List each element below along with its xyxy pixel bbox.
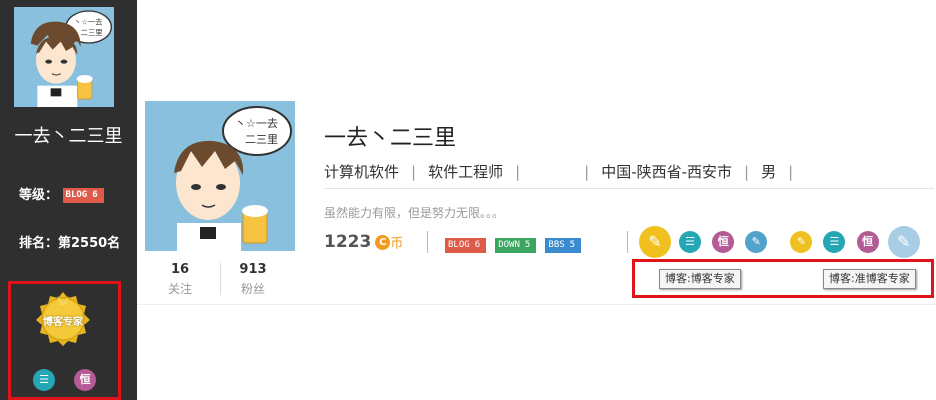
info-job: 软件工程师 — [428, 163, 504, 181]
persist-icon[interactable]: 恒 — [856, 231, 879, 253]
list-icon[interactable]: ☰ — [679, 231, 702, 253]
follow-count: 16 — [170, 262, 190, 277]
feather-icon[interactable]: ✎ — [887, 226, 920, 258]
bubble-text-2: 二三里 — [245, 133, 278, 146]
tooltip-blog-pre-expert: 博客:准博客专家 — [823, 269, 916, 289]
tooltip-blog-expert: 博客:博客专家 — [659, 269, 741, 289]
blog-expert-medal-icon[interactable]: 博客专家 — [35, 290, 91, 346]
divider — [324, 188, 934, 189]
level-row: 等级： BLOG 6 — [19, 184, 104, 203]
feather-expert-icon[interactable]: ✎ — [639, 226, 671, 258]
fans-count: 913 — [239, 262, 267, 277]
sidebar-username[interactable]: 一去丶二三里 — [0, 122, 137, 148]
coin-balance: 1223 C 币 — [324, 232, 403, 252]
badge-name: BBS — [548, 240, 565, 250]
down-level-badge[interactable]: DOWN 5 — [495, 238, 537, 253]
profile-name: 一去丶二三里 — [324, 126, 457, 151]
profile-motto: 虽然能力有限，但是努力无限。。。 — [324, 206, 505, 220]
sidebar-avatar[interactable]: 丶☆一去 二三里 — [14, 7, 114, 107]
coin-icon: C — [375, 234, 391, 250]
bubble-text-1: 丶☆一去 — [235, 117, 278, 130]
persist-icon[interactable]: 恒 — [74, 369, 97, 391]
follow-label: 关注 — [167, 282, 192, 296]
feather-pre-expert-icon[interactable]: ✎ — [790, 231, 813, 253]
bubble-text-1: 丶☆一去 — [74, 17, 103, 26]
badge-name: DOWN — [498, 240, 520, 250]
list-icon[interactable]: ☰ — [33, 369, 55, 391]
achievement-icons: ✎ ☰ 恒 ✎ ✎ ☰ 恒 ✎ — [639, 226, 920, 258]
badge-value: 5 — [569, 240, 576, 250]
bubble-text-2: 二三里 — [81, 28, 103, 37]
blog-level-badge[interactable]: BLOG 6 — [445, 238, 487, 253]
bottom-divider — [137, 304, 936, 305]
persist-icon[interactable]: 恒 — [712, 231, 735, 253]
profile-avatar[interactable]: 丶☆一去 二三里 — [145, 101, 295, 251]
rank-label: 排名：第2550名 — [19, 236, 121, 251]
avatar-image: 丶☆一去 二三里 — [14, 7, 114, 107]
vertical-divider — [627, 231, 628, 253]
info-location: 中国-陕西省-西安市 — [601, 163, 733, 181]
sidebar-icons: ☰ 恒 — [33, 369, 97, 391]
follow-stat[interactable]: 16 关注 — [145, 262, 215, 297]
badge-value: 5 — [524, 240, 531, 250]
feather-icon[interactable]: ✎ — [745, 231, 768, 253]
badge-name: BLOG — [448, 240, 470, 250]
fans-stat[interactable]: 913 粉丝 — [218, 262, 288, 297]
info-industry: 计算机软件 — [324, 163, 400, 181]
info-gender: 男 — [761, 163, 777, 181]
avatar-image: 丶☆一去 二三里 — [145, 101, 295, 251]
level-label: 等级： — [19, 188, 59, 203]
coin-unit: 币 — [390, 236, 404, 252]
list-icon[interactable]: ☰ — [823, 231, 846, 253]
level-badges: BLOG 6 DOWN 5 BBS 5 — [445, 235, 585, 254]
bbs-level-badge[interactable]: BBS 5 — [545, 238, 582, 253]
badge-value: 6 — [92, 190, 98, 200]
vertical-divider — [427, 231, 428, 253]
sidebar-blog-level-badge[interactable]: BLOG 6 — [62, 188, 104, 203]
badge-value: 6 — [474, 240, 481, 250]
sidebar: 丶☆一去 二三里 一去丶二三里 等级： BLOG 6 排名：第2550名 博客专家 — [0, 0, 137, 400]
fans-label: 粉丝 — [240, 282, 265, 296]
coin-count: 1223 — [324, 232, 372, 252]
badge-name: BLOG — [65, 190, 88, 200]
medal-text: 博客专家 — [43, 317, 83, 328]
profile-info: 计算机软件 | 软件工程师 | | 中国-陕西省-西安市 | 男 | — [324, 163, 794, 181]
